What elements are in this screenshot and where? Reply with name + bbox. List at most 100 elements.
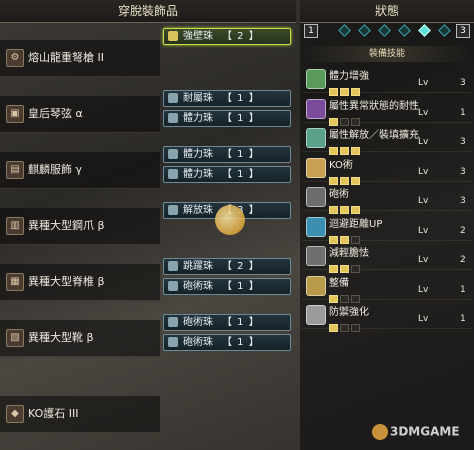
equipped-skills-header: 裝備技能: [300, 46, 474, 62]
skill-level: 2: [460, 255, 466, 265]
skill-icon: [306, 305, 326, 325]
decoration-level: 【 2 】: [222, 31, 260, 42]
skill-level-pips: [329, 317, 362, 332]
decoration-level: 【 1 】: [222, 149, 260, 160]
skill-pip: [351, 324, 360, 332]
page-dot[interactable]: [398, 24, 411, 37]
decoration-name: 體力珠: [183, 113, 213, 124]
waist-armor-icon: ▦: [6, 273, 24, 291]
skill-level: 2: [460, 225, 466, 236]
page-tabs: 1 3: [304, 24, 470, 38]
skill-row[interactable]: 砲術 Lv 3: [302, 184, 472, 214]
decoration-level: 【 1 】: [222, 337, 260, 348]
skill-pip: [329, 324, 338, 332]
skill-icon: [306, 246, 326, 266]
skill-name: 砲術: [329, 189, 349, 200]
decoration-slot[interactable]: 強壁珠【 2 】: [163, 28, 291, 45]
decoration-slot[interactable]: 砲術珠【 1 】: [163, 334, 291, 351]
decoration-gem-icon: [168, 337, 178, 347]
equipment-row[interactable]: ▥ 異種大型鋼爪 β: [0, 208, 160, 245]
chest-armor-icon: ▣: [6, 105, 24, 123]
skill-row[interactable]: 屬性異常狀態的耐性 Lv 1: [302, 96, 472, 126]
skill-level: 1: [460, 314, 466, 324]
charm-icon: ◆: [6, 405, 24, 423]
decoration-slot[interactable]: 體力珠【 1 】: [163, 166, 291, 183]
equipment-name: 麒麟服飾 γ: [28, 163, 83, 176]
skill-icon: [306, 69, 326, 89]
paw-logo-icon: [372, 424, 388, 440]
panel-title: 穿脫裝飾品: [0, 0, 296, 23]
skill-pip: [340, 324, 349, 332]
decoration-slot[interactable]: 跳躍珠【 2 】: [163, 258, 291, 275]
page-dot-active[interactable]: [418, 24, 431, 37]
decoration-name: 強壁珠: [183, 31, 213, 42]
skill-lv-label: Lv: [418, 314, 429, 324]
skill-level-pips: [329, 199, 362, 214]
skill-level-pips: [329, 111, 362, 126]
equipment-row[interactable]: ◆ KO護石 III: [0, 396, 160, 433]
tab-prev-button[interactable]: 1: [304, 24, 318, 38]
equipment-row[interactable]: ▤ 麒麟服飾 γ: [0, 152, 160, 189]
equipment-row[interactable]: ⚙ 熔山龍重弩槍 II: [0, 40, 160, 77]
skill-name: 屬性解放／裝填擴充: [329, 130, 419, 141]
decoration-slot[interactable]: 體力珠【 1 】: [163, 146, 291, 163]
skill-level-pips: [329, 258, 362, 273]
skill-lv-label: Lv: [418, 166, 429, 177]
decoration-name: 體力珠: [183, 169, 213, 180]
equipment-name: 異種大型鋼爪 β: [28, 219, 105, 232]
decoration-name: 砲術珠: [183, 317, 213, 328]
equipment-row[interactable]: ▧ 異種大型靴 β: [0, 320, 160, 357]
equipment-name: KO護石 III: [28, 407, 79, 420]
decoration-gem-icon: [168, 149, 178, 159]
skill-level: 3: [460, 196, 466, 206]
decoration-slot[interactable]: 砲術珠【 1 】: [163, 278, 291, 295]
skill-level-pips: [329, 288, 362, 303]
decoration-level: 【 1 】: [222, 281, 260, 292]
skill-level: 1: [460, 107, 466, 118]
decoration-level: 【 1 】: [222, 113, 260, 124]
decoration-gem-icon: [168, 31, 178, 41]
skill-level: 3: [460, 78, 466, 88]
page-dot[interactable]: [378, 24, 391, 37]
skill-level: 1: [460, 284, 466, 295]
decoration-name: 砲術珠: [183, 281, 213, 292]
skill-level-pips: [329, 170, 362, 185]
equipment-row[interactable]: ▣ 皇后琴弦 α: [0, 96, 160, 133]
decoration-panel: 穿脫裝飾品 ⚙ 熔山龍重弩槍 II 強壁珠【 2 】 ▣ 皇后琴弦 α 耐屬珠【 1 】體…: [0, 0, 296, 450]
decoration-level: 【 1 】: [222, 169, 260, 180]
skill-name: KO術: [329, 159, 353, 171]
page-dot[interactable]: [358, 24, 371, 37]
decoration-gem-icon: [168, 205, 178, 215]
decoration-slot[interactable]: 體力珠【 1 】: [163, 110, 291, 127]
page-dot[interactable]: [338, 24, 351, 37]
skill-row[interactable]: 迴避距離UP Lv 2: [302, 214, 472, 244]
skill-name: 減輕膽怯: [329, 248, 369, 259]
decoration-gem-icon: [168, 169, 178, 179]
page-dot[interactable]: [438, 24, 451, 37]
tab-next-button[interactable]: 3: [456, 24, 470, 38]
skill-icon: [306, 157, 326, 178]
skill-row[interactable]: 體力增強 Lv 3: [302, 66, 472, 96]
skill-lv-label: Lv: [418, 107, 429, 118]
skill-row[interactable]: 屬性解放／裝填擴充 Lv 3: [302, 125, 472, 155]
skill-level: 3: [460, 137, 466, 147]
skill-row[interactable]: 防禦強化 Lv 1: [302, 302, 472, 332]
decoration-name: 耐屬珠: [183, 93, 213, 104]
decoration-name: 體力珠: [183, 149, 213, 160]
arm-armor-icon: ▤: [6, 161, 24, 179]
equipment-row[interactable]: ▦ 異種大型脊椎 β: [0, 264, 160, 301]
skill-icon: [306, 98, 326, 119]
skill-lv-label: Lv: [418, 255, 429, 265]
skill-name: 迴避距離UP: [329, 218, 383, 230]
skill-level-pips: [329, 81, 362, 96]
decoration-gem-icon: [168, 113, 178, 123]
decoration-level: 【 2 】: [222, 261, 260, 272]
skill-row[interactable]: 整備 Lv 1: [302, 273, 472, 303]
skill-row[interactable]: 減輕膽怯 Lv 2: [302, 243, 472, 273]
decoration-slot[interactable]: 砲術珠【 1 】: [163, 314, 291, 331]
skill-row[interactable]: KO術 Lv 3: [302, 155, 472, 185]
skill-lv-label: Lv: [418, 225, 429, 236]
skill-name: 體力增強: [329, 71, 369, 82]
skill-lv-label: Lv: [418, 137, 429, 147]
decoration-slot[interactable]: 耐屬珠【 1 】: [163, 90, 291, 107]
